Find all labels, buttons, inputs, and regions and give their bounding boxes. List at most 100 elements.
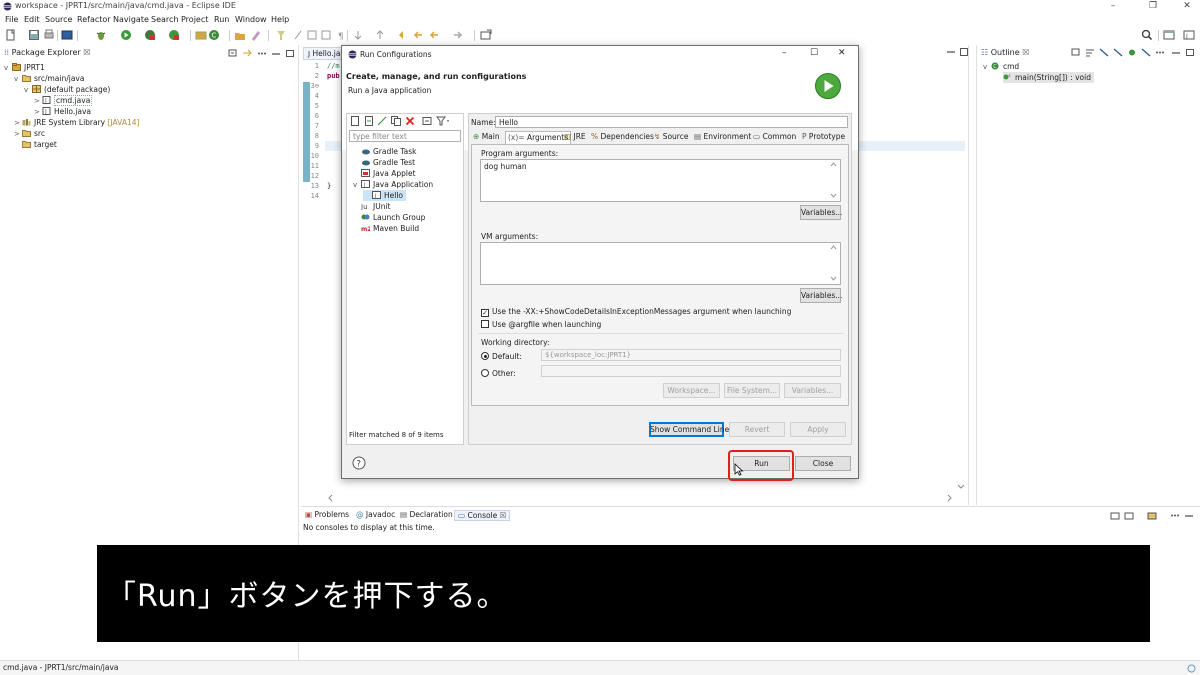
filter-config-icon[interactable] <box>436 116 450 126</box>
minimize-view-icon[interactable] <box>271 49 281 58</box>
argfile-checkbox[interactable] <box>481 320 489 328</box>
tab-environment[interactable]: ▤ Environment <box>692 131 753 143</box>
tab-declaration[interactable]: ▤ Declaration <box>400 510 453 519</box>
code-line[interactable]: } <box>327 182 331 190</box>
tab-jre[interactable]: ▥ JRE <box>562 131 588 143</box>
close-view-icon[interactable]: ☒ <box>500 511 507 520</box>
tab-common[interactable]: ▭ Common <box>751 131 798 143</box>
menu-file[interactable]: File <box>5 15 18 24</box>
outline-tab[interactable]: ☷ Outline ☒ <box>981 48 1029 62</box>
config-item-maven-build[interactable]: m2 Maven Build <box>353 223 419 234</box>
other-dir-option[interactable]: Other: <box>481 369 516 378</box>
menu-search[interactable]: Search <box>151 15 178 24</box>
config-item-java-applet[interactable]: Java Applet <box>353 168 416 179</box>
coverage-icon[interactable] <box>144 29 156 41</box>
editor-tab-hello[interactable]: J Hello.ja <box>303 47 346 60</box>
outline-item-class[interactable]: v Ccmd <box>983 61 1019 72</box>
close-button[interactable]: Close <box>795 456 851 471</box>
hide-static-icon[interactable] <box>1113 48 1123 57</box>
code-line[interactable]: pub <box>327 72 340 80</box>
delete-config-icon[interactable] <box>405 116 415 126</box>
hide-fields-icon[interactable] <box>1099 48 1109 57</box>
scroll-down-icon[interactable] <box>957 483 965 491</box>
config-item-gradle-task[interactable]: Gradle Task <box>353 146 417 157</box>
config-item-junit[interactable]: Ju JUnit <box>353 201 390 212</box>
tree-item-target[interactable]: target <box>14 139 57 150</box>
run-icon[interactable] <box>120 29 132 41</box>
config-item-launch-group[interactable]: Launch Group <box>353 212 425 223</box>
scroll-left-icon[interactable] <box>327 494 335 502</box>
collapse-all-icon[interactable] <box>228 49 238 58</box>
duplicate-config-icon[interactable] <box>391 116 401 126</box>
help-icon[interactable]: ? <box>352 456 366 470</box>
tab-main[interactable]: ⊕ Main <box>471 131 502 143</box>
dialog-minimize-button[interactable]: – <box>782 48 787 58</box>
collapse-all-icon[interactable] <box>1071 48 1081 57</box>
show-whitespace-icon[interactable]: ¶ <box>335 29 347 41</box>
tree-item-project[interactable]: v JPRT1 <box>4 62 45 73</box>
annotation-icon[interactable] <box>275 29 287 41</box>
menu-navigate[interactable]: Navigate <box>113 15 149 24</box>
save-icon[interactable] <box>28 29 40 41</box>
open-console-icon[interactable] <box>1147 511 1157 520</box>
menu-edit[interactable]: Edit <box>24 15 40 24</box>
vm-args-variables-button[interactable]: Variables... <box>800 288 842 303</box>
tab-prototype[interactable]: P Prototype <box>800 131 847 143</box>
code-line[interactable]: //m <box>327 62 340 70</box>
dialog-maximize-button[interactable]: ☐ <box>810 48 818 58</box>
name-field[interactable]: Hello <box>495 116 848 128</box>
config-item-hello[interactable]: J Hello <box>363 190 407 201</box>
view-menu-icon[interactable] <box>1155 48 1165 57</box>
back-icon[interactable] <box>412 29 424 41</box>
open-perspective-icon[interactable] <box>1163 29 1175 41</box>
tree-item-src-main-java[interactable]: v src/main/java <box>14 73 84 84</box>
quick-search-icon[interactable] <box>1141 29 1153 41</box>
sort-icon[interactable] <box>1085 48 1095 57</box>
tree-twisty[interactable]: v <box>983 62 991 73</box>
next-annotation-icon[interactable] <box>352 29 364 41</box>
menu-window[interactable]: Window <box>235 15 267 24</box>
hide-local-types-icon[interactable] <box>1141 48 1151 57</box>
menu-source[interactable]: Source <box>45 15 72 24</box>
tree-item-hello-java[interactable]: > J Hello.java <box>34 106 91 117</box>
vm-args-scrollbar[interactable] <box>830 244 837 282</box>
tab-javadoc[interactable]: @ Javadoc <box>356 510 395 519</box>
package-explorer-tab[interactable]: ⁞⁞ Package Explorer ☒ <box>4 48 90 62</box>
tab-dependencies[interactable]: % Dependencies <box>589 131 656 143</box>
apply-button[interactable]: Apply <box>790 422 846 437</box>
last-edit-icon[interactable] <box>397 29 409 41</box>
progress-icon[interactable] <box>1187 664 1196 673</box>
revert-button[interactable]: Revert <box>729 422 785 437</box>
view-menu-icon[interactable] <box>1170 511 1180 520</box>
hide-non-public-icon[interactable] <box>1127 48 1137 57</box>
minimize-view-icon[interactable] <box>1171 48 1181 57</box>
new-java-project-icon[interactable] <box>195 29 207 41</box>
export-config-icon[interactable] <box>377 116 387 126</box>
working-dir-variables-button[interactable]: Variables... <box>784 383 841 398</box>
console-icon[interactable] <box>61 29 73 41</box>
menu-project[interactable]: Project <box>181 15 208 24</box>
tree-twisty[interactable]: v <box>14 74 22 85</box>
toggle-mark-icon[interactable] <box>306 29 318 41</box>
menu-refactor[interactable]: Refactor <box>77 15 111 24</box>
maximize-view-icon[interactable] <box>285 49 295 58</box>
debug-icon[interactable] <box>95 29 107 41</box>
link-with-editor-icon[interactable] <box>242 49 252 58</box>
tree-item-default-package[interactable]: v (default package) <box>24 84 110 95</box>
program-args-field[interactable]: dog human <box>480 159 841 202</box>
tree-twisty[interactable]: v <box>24 85 32 96</box>
program-args-scrollbar[interactable] <box>830 161 837 199</box>
close-view-icon[interactable]: ☒ <box>83 48 90 57</box>
minimize-editor-icon[interactable] <box>946 48 956 56</box>
tab-console[interactable]: ▭ Console ☒ <box>454 510 511 521</box>
scroll-right-icon[interactable] <box>945 494 953 502</box>
pin-icon[interactable] <box>292 29 304 41</box>
default-dir-radio[interactable] <box>481 352 489 360</box>
print-icon[interactable] <box>43 29 55 41</box>
vm-args-field[interactable] <box>480 242 841 285</box>
show-command-line-button[interactable]: Show Command Line <box>649 422 729 437</box>
previous-annotation-icon[interactable] <box>374 29 386 41</box>
new-prototype-icon[interactable] <box>364 116 374 126</box>
menu-help[interactable]: Help <box>271 15 289 24</box>
argfile-option[interactable]: Use @argfile when launching <box>481 320 601 329</box>
